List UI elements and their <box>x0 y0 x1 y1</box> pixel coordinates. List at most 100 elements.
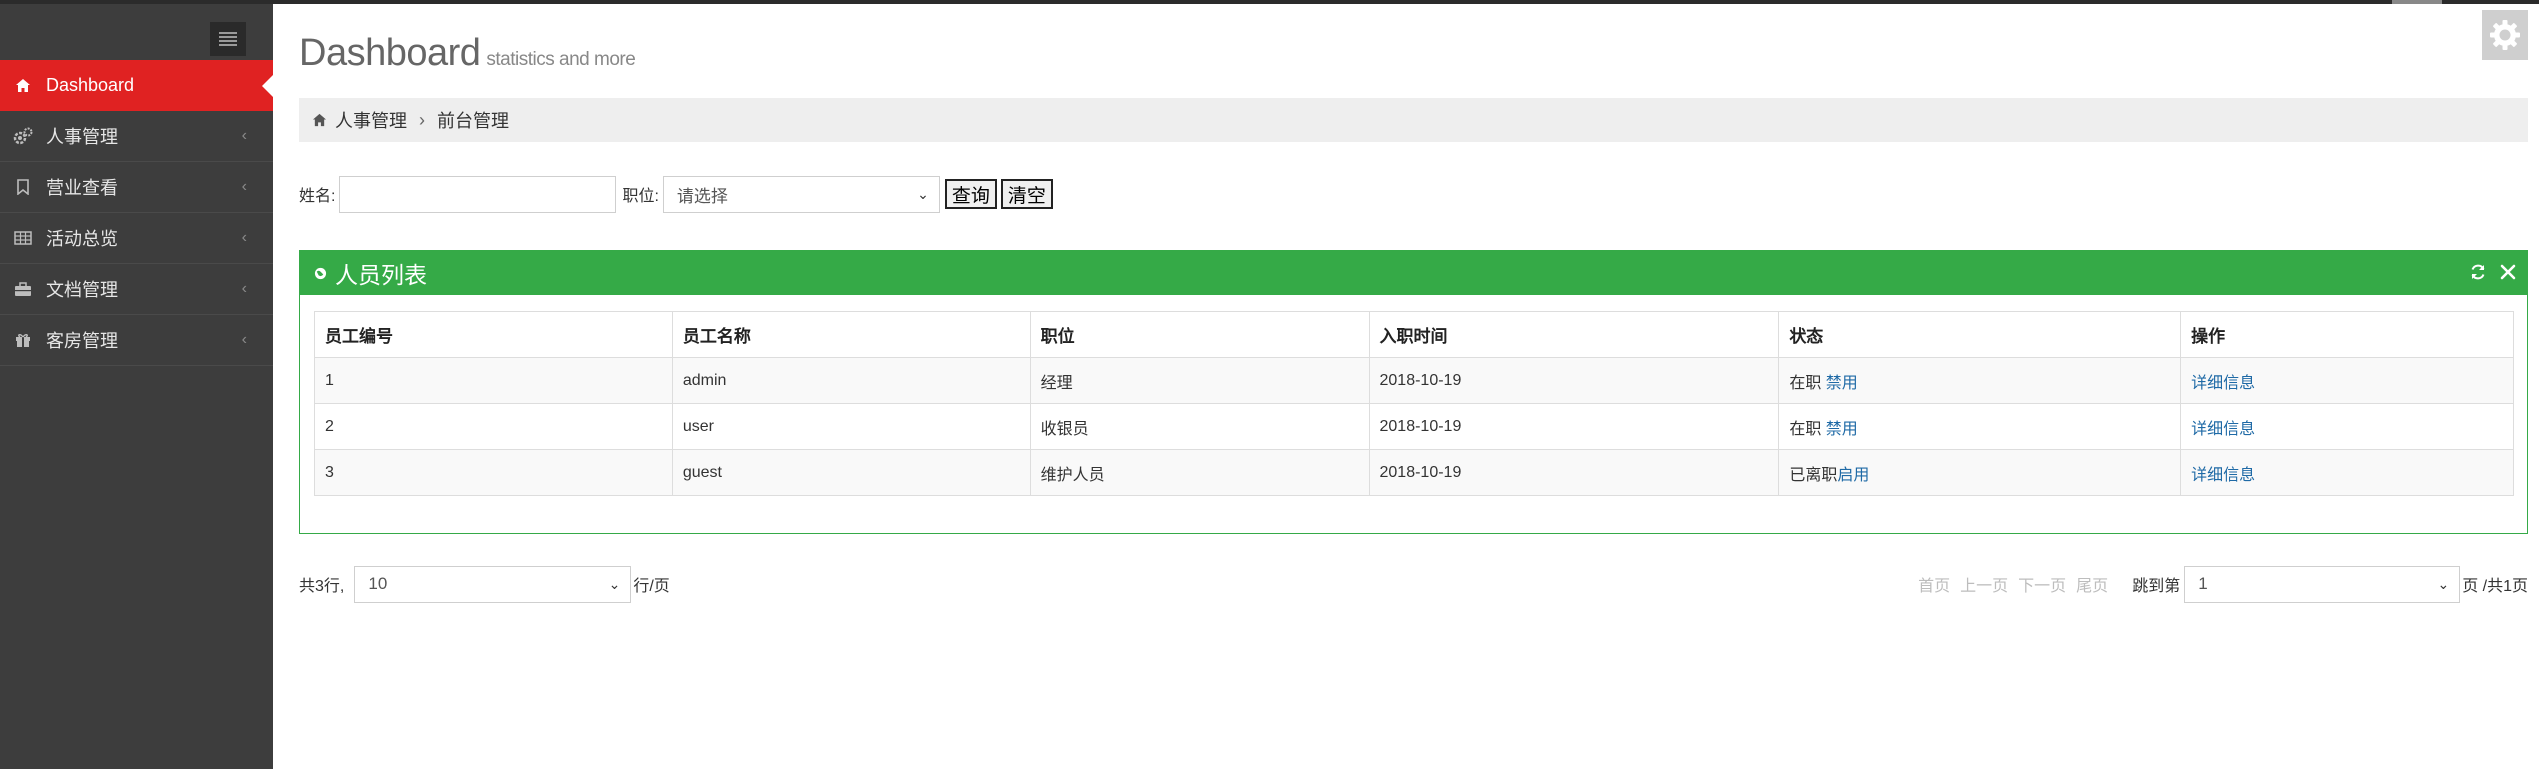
sidebar-item-documents[interactable]: 文档管理 ‹ <box>0 264 273 315</box>
total-rows-text: 共3行, <box>299 578 345 595</box>
cell-status: 在职 禁用 <box>1778 403 2182 450</box>
table-row: 3 guest 维护人员 2018-10-19 已离职启用 详细信息 <box>314 449 2514 496</box>
chevron-down-icon: ⌄ <box>2437 575 2450 592</box>
chevron-down-icon: ⌄ <box>608 575 621 592</box>
sidebar-menu: Dashboard 人事管理 ‹ 营业查看 ‹ 活动总览 ‹ 文档管理 ‹ 客房… <box>0 60 274 366</box>
cell-id: 3 <box>314 449 673 496</box>
breadcrumb-current: 前台管理 <box>437 111 509 131</box>
cell-id: 2 <box>314 403 673 450</box>
column-header: 员工名称 <box>671 311 1031 358</box>
chevron-left-icon: ‹ <box>241 127 247 144</box>
portlet-header: 人员列表 <box>300 251 2527 295</box>
sidebar-item-activities[interactable]: 活动总览 ‹ <box>0 213 273 264</box>
portlet-tools <box>2469 263 2517 281</box>
details-link[interactable]: 详细信息 <box>2191 421 2255 438</box>
status-text: 已离职 <box>1789 466 1838 484</box>
cell-position: 经理 <box>1029 357 1370 404</box>
breadcrumb-home-link[interactable]: 人事管理 <box>335 107 407 133</box>
briefcase-icon <box>12 278 34 300</box>
column-header: 员工编号 <box>314 311 673 358</box>
chevron-left-icon: ‹ <box>241 331 247 348</box>
column-header: 操作 <box>2180 311 2514 358</box>
details-link[interactable]: 详细信息 <box>2191 467 2255 484</box>
cell-id: 1 <box>314 357 673 404</box>
sidebar-item-label: 活动总览 <box>46 229 118 249</box>
column-header: 职位 <box>1029 311 1370 358</box>
page-number-select[interactable]: 1 ⌄ <box>2184 565 2461 603</box>
sidebar-item-hr[interactable]: 人事管理 ‹ <box>0 111 273 162</box>
breadcrumb: 人事管理 › 前台管理 <box>299 98 2528 142</box>
staff-table: 员工编号 员工名称 职位 入职时间 状态 操作 1 admin 经理 2018-… <box>314 311 2514 496</box>
column-header: 入职时间 <box>1368 311 1780 358</box>
disable-link[interactable]: 禁用 <box>1826 375 1858 392</box>
jump-to-text: 跳到第 <box>2132 578 2181 595</box>
cell-status: 在职 禁用 <box>1778 357 2182 404</box>
sidebar-item-rooms[interactable]: 客房管理 ‹ <box>0 315 273 366</box>
query-button[interactable]: 查询 <box>944 179 997 209</box>
home-icon <box>312 113 327 127</box>
position-select[interactable]: 请选择 ⌄ <box>662 175 940 213</box>
name-input[interactable] <box>339 175 617 213</box>
portlet-title: 人员列表 <box>335 262 427 288</box>
page-number-value: 1 <box>2198 574 2208 593</box>
sidebar-item-label: 客房管理 <box>46 331 118 351</box>
gear-icon <box>2490 20 2520 50</box>
search-form: 姓名: 职位: 请选择 ⌄ 查询 清空 <box>299 172 1053 216</box>
cell-hired: 2018-10-19 <box>1368 449 1780 496</box>
disable-link[interactable]: 禁用 <box>1826 421 1858 438</box>
page-count-text: 页 /共1页 <box>2462 578 2528 595</box>
status-text: 在职 <box>1789 374 1822 392</box>
cell-position: 收银员 <box>1029 403 1370 450</box>
chevron-left-icon: ‹ <box>241 178 247 195</box>
pager-nav: 首页 上一页 下一页 尾页 跳到第 1 ⌄ 页 /共1页 <box>1918 564 2528 604</box>
staff-list-portlet: 人员列表 员工编号 员工名称 职位 入职时间 状态 操作 1 admin 经理 … <box>299 250 2528 534</box>
cell-action: 详细信息 <box>2180 403 2514 450</box>
cogs-icon <box>12 125 34 147</box>
last-page-link[interactable]: 尾页 <box>2076 572 2108 596</box>
globe-icon <box>314 267 327 279</box>
table-row: 2 user 收银员 2018-10-19 在职 禁用 详细信息 <box>314 403 2514 450</box>
clear-button[interactable]: 清空 <box>1000 179 1053 209</box>
sidebar-item-label: Dashboard <box>46 74 135 95</box>
home-icon <box>12 74 34 96</box>
reload-icon[interactable] <box>2469 263 2487 281</box>
name-label: 姓名: <box>299 188 336 205</box>
chevron-down-icon: ⌄ <box>917 185 929 202</box>
next-page-link[interactable]: 下一页 <box>2018 572 2066 596</box>
main-content: Dashboard statistics and more 人事管理 › 前台管理… <box>273 4 2539 769</box>
menu-icon[interactable] <box>210 22 246 56</box>
gift-icon <box>12 329 34 351</box>
position-label: 职位: <box>622 188 659 205</box>
details-link[interactable]: 详细信息 <box>2191 375 2255 392</box>
pager-size: 共3行, 10 ⌄ 行/页 <box>299 564 670 604</box>
sidebar-item-business[interactable]: 营业查看 ‹ <box>0 162 273 213</box>
cell-hired: 2018-10-19 <box>1368 357 1780 404</box>
breadcrumb-separator: › <box>419 109 425 130</box>
chevron-left-icon: ‹ <box>241 280 247 297</box>
settings-button[interactable] <box>2482 10 2528 60</box>
status-text: 在职 <box>1789 420 1822 438</box>
cell-action: 详细信息 <box>2180 449 2514 496</box>
cell-hired: 2018-10-19 <box>1368 403 1780 450</box>
enable-link[interactable]: 启用 <box>1837 467 1869 484</box>
page-subtitle: statistics and more <box>486 49 636 70</box>
prev-page-link[interactable]: 上一页 <box>1960 572 2008 596</box>
sidebar-item-label: 营业查看 <box>46 178 118 198</box>
column-header: 状态 <box>1778 311 2182 358</box>
chevron-left-icon: ‹ <box>241 229 247 246</box>
page-size-value: 10 <box>368 574 388 593</box>
first-page-link[interactable]: 首页 <box>1918 572 1950 596</box>
cell-name: guest <box>671 449 1031 496</box>
bookmark-icon <box>12 176 34 198</box>
table-row: 1 admin 经理 2018-10-19 在职 禁用 详细信息 <box>314 357 2514 404</box>
cell-status: 已离职启用 <box>1778 449 2182 496</box>
page-title: Dashboard statistics and more <box>299 32 636 75</box>
cell-name: admin <box>671 357 1031 404</box>
cell-position: 维护人员 <box>1029 449 1370 496</box>
close-icon[interactable] <box>2499 263 2517 281</box>
per-page-text: 行/页 <box>633 578 670 595</box>
page-size-select[interactable]: 10 ⌄ <box>354 565 632 603</box>
sidebar-item-dashboard[interactable]: Dashboard <box>0 60 274 111</box>
table-header-row: 员工编号 员工名称 职位 入职时间 状态 操作 <box>314 311 2514 358</box>
sidebar: Dashboard 人事管理 ‹ 营业查看 ‹ 活动总览 ‹ 文档管理 ‹ 客房… <box>0 4 274 769</box>
